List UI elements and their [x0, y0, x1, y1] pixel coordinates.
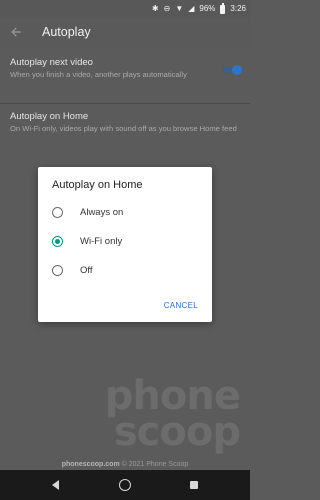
- radio-button[interactable]: [52, 264, 63, 276]
- battery-percent: 96%: [199, 4, 216, 13]
- setting-title: Autoplay next video: [10, 57, 93, 68]
- radio-button-selected[interactable]: [52, 235, 63, 247]
- option-wifi-only[interactable]: Wi-Fi only: [52, 231, 202, 251]
- status-bar: ✱ ⊖ ▼ ◢ 96% 3:26: [0, 0, 250, 18]
- footer-copyright: © 2021 Phone Scoop: [121, 461, 189, 468]
- option-label: Off: [80, 264, 93, 276]
- option-label: Wi-Fi only: [80, 235, 123, 247]
- page-title: Autoplay: [42, 25, 91, 39]
- wifi-icon: ▼: [175, 4, 184, 13]
- bluetooth-icon: ✱: [151, 4, 159, 13]
- watermark-line2: scoop: [113, 409, 241, 455]
- autoplay-on-home-dialog: Autoplay on Home Always on Wi-Fi only Of…: [38, 167, 212, 322]
- cancel-button[interactable]: CANCEL: [164, 301, 198, 310]
- nav-back-icon[interactable]: [52, 480, 59, 490]
- option-off[interactable]: Off: [52, 260, 202, 280]
- setting-description: When you finish a video, another plays a…: [10, 70, 187, 79]
- footer-credit: phonescoop.com © 2021 Phone Scoop: [0, 461, 250, 468]
- option-always-on[interactable]: Always on: [52, 202, 202, 222]
- option-label: Always on: [80, 206, 124, 218]
- app-bar: Autoplay: [0, 18, 250, 48]
- signal-icon: ◢: [188, 4, 195, 13]
- battery-icon: [220, 3, 226, 14]
- setting-description: On Wi-Fi only, videos play with sound of…: [10, 124, 237, 133]
- status-time: 3:26: [230, 4, 246, 13]
- phone-scoop-watermark: phone scoop: [105, 376, 241, 455]
- autoplay-next-video-toggle[interactable]: [222, 65, 242, 75]
- nav-home-icon[interactable]: [119, 479, 131, 491]
- nav-recents-icon[interactable]: [190, 481, 198, 489]
- status-icons: ✱ ⊖ ▼ ◢ 96% 3:26: [152, 3, 246, 15]
- navigation-bar: [0, 470, 250, 500]
- footer-site: phonescoop.com: [61, 461, 120, 468]
- do-not-disturb-icon: ⊖: [163, 4, 171, 13]
- radio-button[interactable]: [52, 206, 63, 218]
- setting-autoplay-on-home[interactable]: Autoplay on Home On Wi-Fi only, videos p…: [10, 111, 240, 134]
- dialog-title: Autoplay on Home: [52, 179, 143, 191]
- divider: [0, 103, 250, 104]
- toggle-thumb: [232, 65, 242, 75]
- back-arrow-icon[interactable]: [9, 25, 23, 39]
- setting-title: Autoplay on Home: [10, 111, 89, 122]
- setting-autoplay-next-video[interactable]: Autoplay next video When you finish a vi…: [10, 57, 240, 80]
